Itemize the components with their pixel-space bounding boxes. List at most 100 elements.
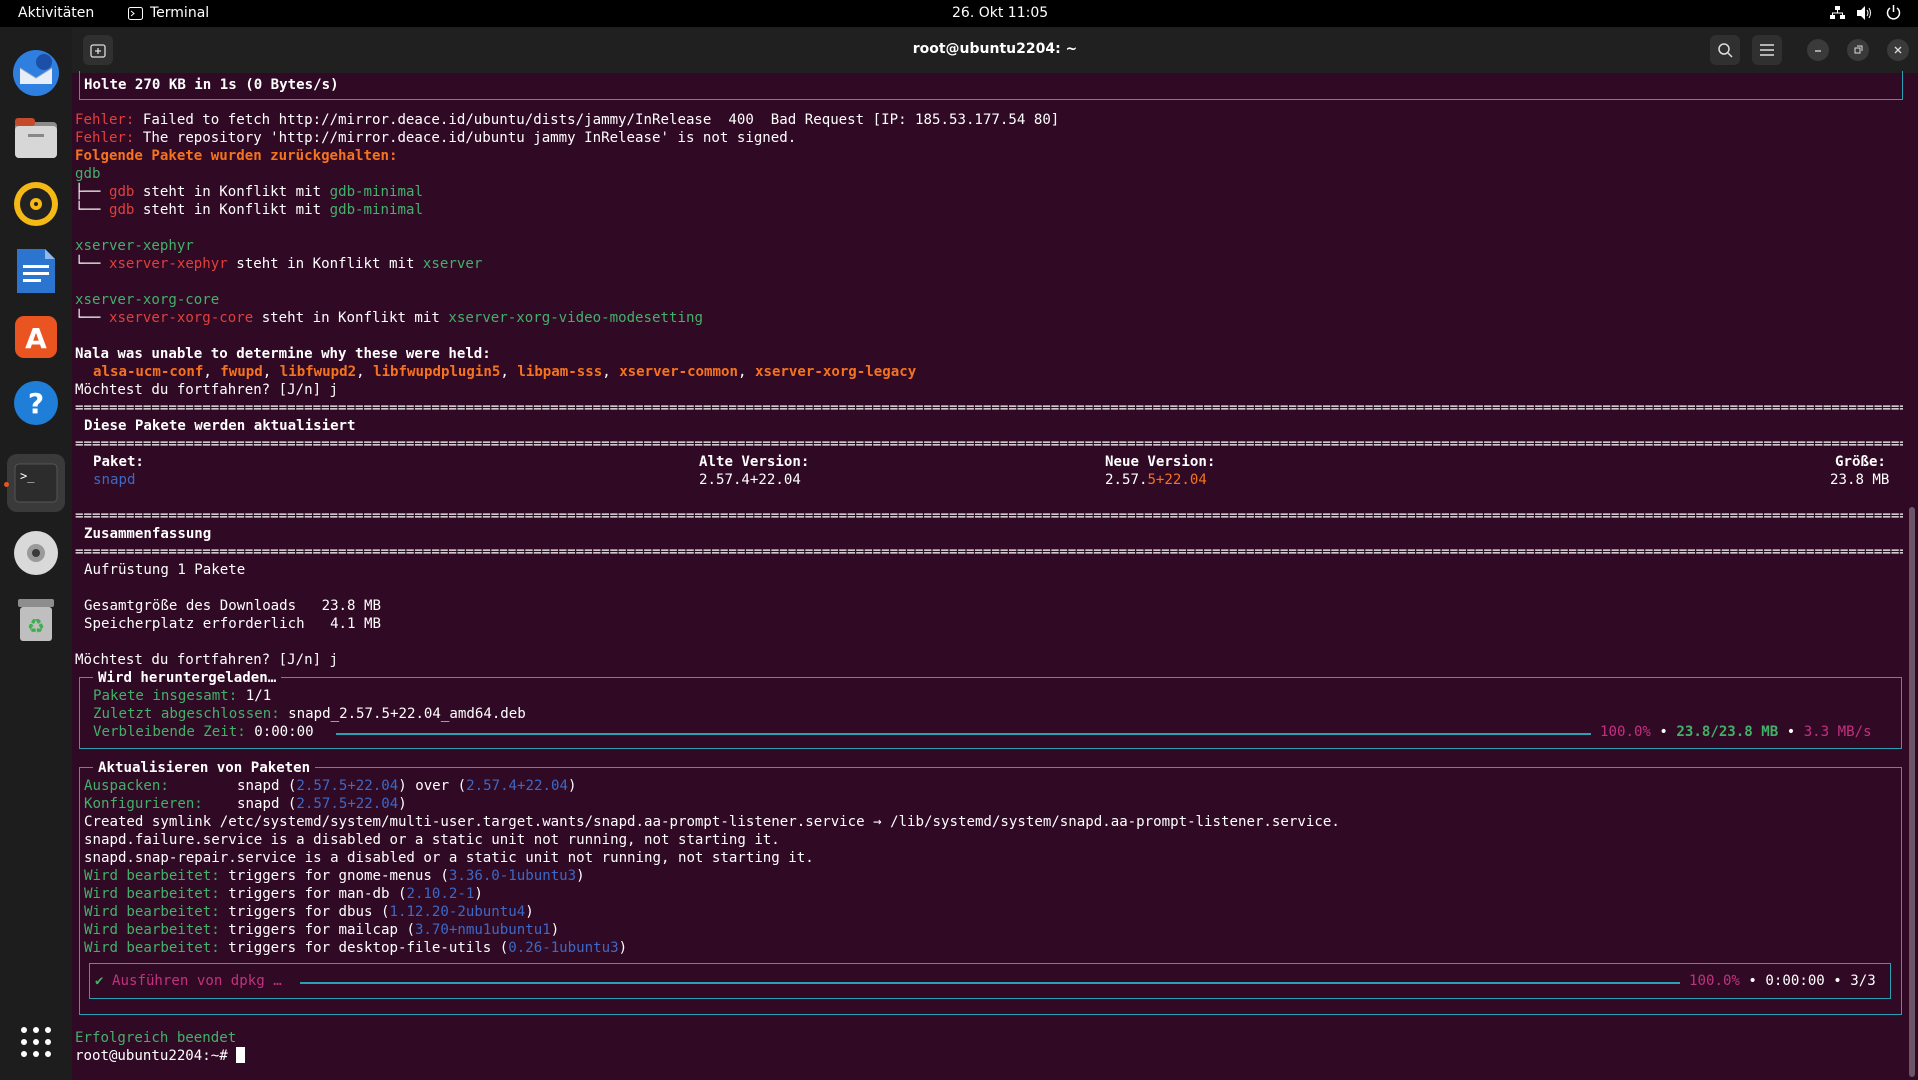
download-progress-bar bbox=[336, 733, 1591, 735]
paren: ) bbox=[576, 868, 585, 884]
error-line-1: Fehler: Failed to fetch http://mirror.de… bbox=[75, 111, 1059, 129]
dpkg-label-line: ✔ Ausführen von dpkg … bbox=[95, 972, 282, 990]
conflict-target: xserver bbox=[422, 256, 483, 272]
held-title: Folgende Pakete wurden zurückgehalten: bbox=[75, 148, 398, 164]
summary-download: Gesamtgröße des Downloads 23.8 MB bbox=[84, 598, 381, 614]
svg-text:?: ? bbox=[28, 387, 44, 420]
trigger-text: triggers for man-db ( bbox=[219, 886, 407, 902]
conflict-pkg: xserver-xorg-core bbox=[108, 310, 254, 326]
paren: ) bbox=[398, 796, 407, 812]
confirm-prompt: Möchtest du fortfahren? [J/n] j bbox=[75, 382, 339, 398]
shell-prompt-line[interactable]: root@ubuntu2204:~# bbox=[75, 1047, 246, 1065]
cursor bbox=[236, 1047, 246, 1063]
dpkg-label: Ausführen von dpkg … bbox=[112, 973, 282, 989]
error-label: Fehler: bbox=[75, 130, 135, 146]
time: 0:00:00 bbox=[1765, 973, 1825, 989]
new-version-prefix: 2.57. bbox=[1105, 472, 1148, 488]
dvd-icon[interactable] bbox=[10, 527, 62, 579]
rhythmbox-icon[interactable] bbox=[10, 178, 62, 230]
trigger-line: Wird bearbeitet: triggers for mailcap (3… bbox=[84, 921, 559, 939]
libreoffice-writer-icon[interactable] bbox=[10, 245, 62, 297]
label: Wird bearbeitet: bbox=[84, 922, 220, 938]
col-package: Paket: bbox=[93, 454, 144, 470]
terminal-dock-icon[interactable]: >_ bbox=[7, 454, 65, 512]
symlink-line: Created symlink /etc/systemd/system/mult… bbox=[84, 814, 1340, 830]
paren: ) bbox=[567, 778, 577, 794]
conflict-text: steht in Konflikt mit bbox=[134, 202, 330, 218]
conflict-line: └── gdb steht in Konflikt mit gdb-minima… bbox=[75, 201, 423, 219]
trash-icon[interactable]: ♻ bbox=[10, 594, 62, 646]
conflict-line: └── xserver-xorg-core steht in Konflikt … bbox=[75, 309, 703, 327]
error-label: Fehler: bbox=[75, 112, 135, 128]
help-icon[interactable]: ? bbox=[10, 377, 62, 429]
network-icon[interactable] bbox=[1830, 6, 1845, 24]
trigger-text: triggers for desktop-file-utils ( bbox=[219, 940, 509, 956]
menu-button[interactable] bbox=[1752, 35, 1782, 65]
minimize-button[interactable] bbox=[1807, 39, 1829, 61]
error-text: The repository 'http://mirror.deace.id/u… bbox=[134, 130, 797, 146]
held-package: xserver-xephyr bbox=[75, 238, 194, 254]
terminal-output[interactable]: Holte 270 KB in 1s (0 Bytes/s) Fehler: F… bbox=[75, 71, 1903, 1080]
close-button[interactable] bbox=[1887, 39, 1909, 61]
show-apps-icon[interactable] bbox=[10, 1016, 62, 1068]
value: 0:00:00 bbox=[245, 724, 314, 740]
paren: ) bbox=[618, 940, 628, 956]
version: 1.12.20-2ubuntu4 bbox=[389, 904, 526, 920]
separator: ========================================… bbox=[75, 544, 1903, 560]
speed: 3.3 MB/s bbox=[1803, 724, 1872, 740]
update-title: Aktualisieren von Paketen bbox=[93, 759, 316, 777]
version: 3.70+nmu1ubuntu1 bbox=[414, 922, 551, 938]
conflict-target: gdb-minimal bbox=[329, 184, 423, 200]
conflict-text: steht in Konflikt mit bbox=[134, 184, 330, 200]
new-version-suffix: 5+22.04 bbox=[1147, 472, 1207, 488]
files-icon[interactable] bbox=[10, 112, 62, 164]
label: Konfigurieren: bbox=[84, 796, 203, 812]
held-pkg: libfwupd2 bbox=[279, 364, 357, 380]
dpkg-progress-bar bbox=[300, 982, 1680, 984]
summary-title: Zusammenfassung bbox=[84, 526, 212, 542]
label: Zuletzt abgeschlossen: bbox=[93, 706, 280, 722]
label: Pakete insgesamt: bbox=[93, 688, 238, 704]
label: Wird bearbeitet: bbox=[84, 868, 220, 884]
error-text: Failed to fetch http://mirror.deace.id/u… bbox=[134, 112, 1060, 128]
trigger-line: Wird bearbeitet: triggers for dbus (1.12… bbox=[84, 903, 534, 921]
fetch-summary-box bbox=[79, 71, 1903, 100]
dpkg-stats: 100.0% • 0:00:00 • 3/3 bbox=[1689, 973, 1876, 989]
label: Verbleibende Zeit: bbox=[93, 724, 246, 740]
size: 23.8/23.8 MB bbox=[1676, 724, 1779, 740]
search-button[interactable] bbox=[1710, 35, 1740, 65]
trigger-line: Wird bearbeitet: triggers for desktop-fi… bbox=[84, 939, 627, 957]
scrollbar[interactable] bbox=[1909, 507, 1915, 1077]
conflict-target: xserver-xorg-video-modesetting bbox=[448, 310, 703, 326]
window-title: root@ubuntu2204: ~ bbox=[912, 41, 1078, 57]
version: 3.36.0-1ubuntu3 bbox=[448, 868, 577, 884]
clock[interactable]: 26. Okt 11:05 bbox=[952, 5, 1048, 21]
version: 2.57.4+22.04 bbox=[466, 778, 568, 794]
terminal-window: root@ubuntu2204: ~ Holte 270 KB in 1s (0… bbox=[72, 27, 1918, 1080]
terminal-icon bbox=[128, 6, 143, 20]
maximize-button[interactable] bbox=[1847, 39, 1869, 61]
row-size: 23.8 MB bbox=[1830, 472, 1890, 488]
thunderbird-icon[interactable] bbox=[10, 47, 62, 99]
trigger-line: Wird bearbeitet: triggers for man-db (2.… bbox=[84, 885, 483, 903]
power-icon[interactable] bbox=[1886, 5, 1901, 24]
conflict-pkg: xserver-xephyr bbox=[108, 256, 228, 272]
header-bar: root@ubuntu2204: ~ bbox=[72, 27, 1918, 73]
volume-icon[interactable] bbox=[1857, 6, 1873, 24]
search-icon bbox=[1718, 43, 1733, 58]
app-center-icon[interactable]: A bbox=[10, 311, 62, 363]
row-new-version: 2.57.5+22.04 bbox=[1105, 471, 1207, 489]
row-old-version: 2.57.4+22.04 bbox=[699, 472, 801, 488]
conflict-pkg: gdb bbox=[108, 184, 135, 200]
download-total: Pakete insgesamt: 1/1 bbox=[93, 687, 271, 705]
held-package: gdb bbox=[75, 166, 101, 182]
row-package: snapd bbox=[93, 472, 136, 488]
trigger-text: triggers for mailcap ( bbox=[219, 922, 415, 938]
app-menu-button[interactable]: Terminal bbox=[128, 5, 209, 21]
version: 2.57.5+22.04 bbox=[296, 796, 399, 812]
download-last: Zuletzt abgeschlossen: snapd_2.57.5+22.0… bbox=[93, 705, 526, 723]
activities-button[interactable]: Aktivitäten bbox=[18, 5, 94, 21]
close-icon bbox=[1894, 46, 1902, 54]
separator: ========================================… bbox=[75, 436, 1903, 452]
tree-branch: └── bbox=[75, 310, 109, 326]
